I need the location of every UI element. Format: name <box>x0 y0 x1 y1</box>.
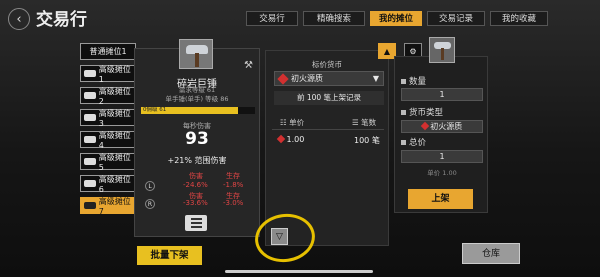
slot-premium-2[interactable]: 高级摊位2 <box>80 86 136 106</box>
compare-left-damage: -24.6% <box>183 181 208 189</box>
slot-label: 高级摊位6 <box>98 174 131 194</box>
currency-selected: 初火源质 <box>291 73 323 83</box>
total-price-label-text: 总价 <box>409 138 427 148</box>
cart-icon <box>84 70 96 77</box>
compare-header-damage: 伤害 <box>189 172 203 180</box>
row-count: 100 笔 <box>354 136 380 145</box>
tab-precise-search[interactable]: 精确搜索 <box>303 11 365 26</box>
slot-label: 高级摊位2 <box>98 86 131 106</box>
more-menu-button[interactable] <box>185 215 207 231</box>
slot-label: 高级摊位3 <box>98 108 131 128</box>
row-price-value: 1.00 <box>286 135 305 144</box>
top-tabs: 交易行 精确搜索 我的摊位 交易记录 我的收藏 <box>246 11 548 26</box>
tab-trading-house[interactable]: 交易行 <box>246 11 298 26</box>
dps-value: 93 <box>185 129 209 149</box>
compare-right-survival: -3.0% <box>223 199 244 207</box>
slot-normal-1[interactable]: 普通摊位1 <box>80 43 136 60</box>
slot-premium-5[interactable]: 高级摊位5 <box>80 152 136 172</box>
level-bar-text: 0佣级 61 <box>143 107 167 113</box>
level-bar: 0佣级 61 <box>141 107 255 114</box>
first-100-records: 前 100 笔上架记录 <box>274 91 384 105</box>
currency-type-label-text: 货币类型 <box>409 108 444 118</box>
cart-icon <box>84 114 96 121</box>
currency-select[interactable]: 初火源质 ▼ <box>274 71 384 86</box>
item-requirements: 需求等级 61 单手锤(单手) 等级 86 <box>135 86 259 104</box>
bag-icon: ▲ <box>383 46 391 56</box>
bulk-delist-button[interactable]: 批量下架 <box>137 246 202 265</box>
compare-header-survival: 生存 <box>226 172 240 180</box>
slot-label: 高级摊位7 <box>98 196 131 216</box>
tab-my-favorites[interactable]: 我的收藏 <box>490 11 548 26</box>
bullet-icon <box>401 139 406 145</box>
caret-down-icon: ▼ <box>372 74 379 83</box>
compare-key-left: L <box>145 181 155 191</box>
slot-label: 高级摊位1 <box>98 64 131 84</box>
col-unit-price-label: 单价 <box>289 118 305 127</box>
slot-premium-4[interactable]: 高级摊位4 <box>80 130 136 150</box>
warehouse-button[interactable]: 仓库 <box>462 243 520 264</box>
divider <box>272 129 384 130</box>
cart-icon <box>84 92 96 99</box>
range-damage-affix: +21% 范围伤害 <box>167 156 227 165</box>
slot-premium-3[interactable]: 高级摊位3 <box>80 108 136 128</box>
col-unit-price: ☷ 单价 <box>280 118 305 127</box>
fire-source-icon <box>276 134 286 144</box>
tab-trade-records[interactable]: 交易记录 <box>427 11 485 26</box>
row-price: 1.00 <box>276 134 305 144</box>
hammer-item-icon[interactable] <box>179 39 213 69</box>
cart-icon <box>84 202 96 209</box>
fire-source-icon <box>420 121 429 131</box>
page-title: 交易行 <box>36 10 87 30</box>
quantity-label-text: 数量 <box>409 77 427 87</box>
chevron-left-icon: ‹ <box>16 11 22 27</box>
compare-left-survival: -1.8% <box>223 181 244 189</box>
compare-right-damage: -33.6% <box>183 199 208 207</box>
filter-button[interactable]: ▽ <box>271 228 288 245</box>
unit-price-text: 单价 1.00 <box>427 169 457 177</box>
currency-type-text: 初火源质 <box>430 122 463 131</box>
slot-premium-6[interactable]: 高级摊位6 <box>80 174 136 194</box>
tab-my-stall[interactable]: 我的摊位 <box>370 11 422 26</box>
item-type-level: 单手锤(单手) 等级 86 <box>165 95 229 103</box>
item-req-level: 需求等级 61 <box>178 86 216 94</box>
cart-icon <box>84 136 96 143</box>
quantity-label: 数量 <box>401 75 426 87</box>
home-indicator <box>225 270 373 273</box>
back-button[interactable]: ‹ <box>8 8 30 30</box>
currency-type-label: 货币类型 <box>401 106 443 118</box>
listing-item-icon <box>429 37 455 63</box>
total-price-label: 总价 <box>401 136 426 148</box>
filter-icon: ▽ <box>276 231 283 242</box>
total-price-input[interactable]: 1 <box>401 150 483 163</box>
slot-label: 普通摊位1 <box>89 47 127 56</box>
gear-icon: ⚙ <box>409 46 417 56</box>
quantity-input[interactable]: 1 <box>401 88 483 101</box>
bullet-icon <box>401 109 406 115</box>
hammer-icon: ⚒ <box>244 60 253 71</box>
bullet-icon <box>401 78 406 84</box>
cart-icon <box>84 158 96 165</box>
cart-icon <box>84 180 96 187</box>
slot-label: 高级摊位5 <box>98 152 131 172</box>
currency-label: 标价货币 <box>312 60 342 69</box>
col-count: ☰ 笔数 <box>352 118 377 127</box>
slot-premium-1[interactable]: 高级摊位1 <box>80 64 136 84</box>
list-item-button[interactable]: 上架 <box>408 189 473 209</box>
col-count-label: 笔数 <box>361 118 377 127</box>
slot-premium-7[interactable]: 高级摊位7 <box>80 196 136 216</box>
stall-slot-list: 普通摊位1 高级摊位1 高级摊位2 高级摊位3 高级摊位4 高级摊位5 高级摊位… <box>80 43 136 216</box>
fire-source-icon <box>277 72 289 85</box>
currency-type-value[interactable]: 初火源质 <box>401 120 483 133</box>
item-detail-card: 碎岩巨锤 需求等级 61 单手锤(单手) 等级 86 0佣级 61 每秒伤害 9… <box>134 39 260 237</box>
slot-label: 高级摊位4 <box>98 130 131 150</box>
compare-key-right: R <box>145 199 155 209</box>
